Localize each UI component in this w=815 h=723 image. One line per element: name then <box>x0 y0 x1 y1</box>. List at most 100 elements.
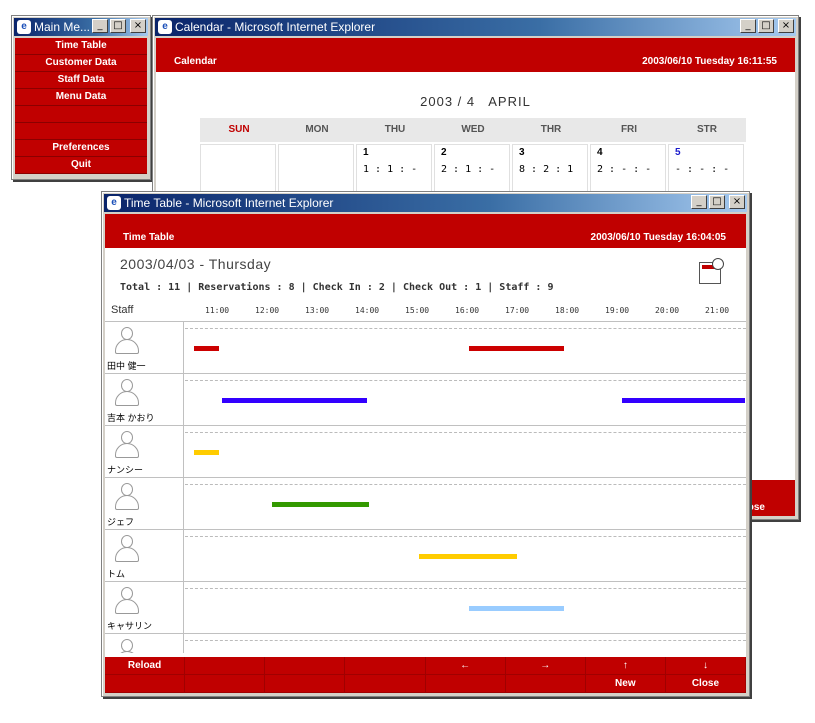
staff-column-label: Staff <box>111 304 134 316</box>
footer-empty <box>345 657 426 675</box>
reload-button[interactable]: Reload <box>105 657 186 675</box>
scroll-down-button[interactable]: ↓ <box>665 657 746 675</box>
footer-empty <box>105 675 186 693</box>
day-stats: 2 : 1 : - <box>441 164 496 175</box>
avatar <box>114 430 140 460</box>
avatar <box>114 638 140 653</box>
calendar-day-cell[interactable]: 1 1 : 1 : - <box>356 144 432 192</box>
staff-row: 田中 健一 <box>105 321 746 374</box>
weekday-tue: THU <box>384 124 406 135</box>
avatar-body-shape <box>115 443 139 458</box>
maximize-button[interactable]: □ <box>709 195 725 209</box>
day-stats: 1 : 1 : - <box>363 164 418 175</box>
menu-item-customer-data[interactable]: Customer Data <box>15 55 147 72</box>
menu-item-menu-data[interactable]: Menu Data <box>15 89 147 106</box>
calendar-titlebar[interactable]: e Calendar - Microsoft Internet Explorer… <box>155 18 796 36</box>
staff-cell[interactable]: 吉本 かおり <box>105 374 184 426</box>
timeline-gridline <box>185 328 746 329</box>
calendar-weekday-header: SUN MON THU WED THR FRI STR <box>200 118 746 142</box>
reservation-bar[interactable] <box>469 346 564 351</box>
avatar-head-shape <box>121 483 133 496</box>
timeline-gridline <box>185 484 746 485</box>
reservation-bar[interactable] <box>221 398 367 403</box>
close-timetable-button[interactable]: Close <box>665 675 746 693</box>
day-number: 2 <box>441 147 447 158</box>
avatar-body-shape <box>115 547 139 562</box>
staff-row <box>105 633 746 653</box>
scroll-up-button[interactable]: ↑ <box>585 657 666 675</box>
maximize-button[interactable]: □ <box>758 19 774 33</box>
close-button[interactable]: × <box>729 195 745 209</box>
reservation-bar[interactable] <box>469 606 564 611</box>
footer-empty <box>265 657 346 675</box>
menu-item-time-table[interactable]: Time Table <box>15 38 147 55</box>
calendar-day-cell[interactable]: 3 8 : 2 : 1 <box>512 144 588 192</box>
day-number: 1 <box>363 147 369 158</box>
weekday-sun: SUN <box>228 124 250 135</box>
avatar-head-shape <box>121 587 133 600</box>
staff-cell[interactable]: 田中 健一 <box>105 322 184 374</box>
menu-item-staff-data[interactable]: Staff Data <box>15 72 147 89</box>
close-button[interactable]: × <box>130 19 146 33</box>
avatar-head-shape <box>121 535 133 548</box>
staff-name: 吉本 かおり <box>107 413 155 423</box>
weekday-wed: WED <box>461 124 485 135</box>
calendar-grid: SUN MON THU WED THR FRI STR 1 1 : 1 : - 2… <box>200 118 746 192</box>
calendar-year: 2003 / 4 <box>420 94 476 109</box>
hour-tick-label: 12:00 <box>255 306 280 315</box>
calendar-clock-icon[interactable] <box>699 258 724 284</box>
staff-row: キャサリン <box>105 581 746 634</box>
staff-cell[interactable]: キャサリン <box>105 582 184 634</box>
hour-tick-label: 17:00 <box>505 306 530 315</box>
avatar <box>114 378 140 408</box>
avatar <box>114 326 140 356</box>
reservation-bar[interactable] <box>419 554 517 559</box>
hour-tick-label: 13:00 <box>305 306 330 315</box>
menu-item-preferences[interactable]: Preferences <box>15 140 147 157</box>
timetable-window: e Time Table - Microsoft Internet Explor… <box>101 191 750 697</box>
staff-cell[interactable] <box>105 634 184 653</box>
main-menu-title: Main Me... <box>34 20 91 34</box>
minimize-button[interactable]: _ <box>92 19 108 33</box>
ie-icon: e <box>17 20 31 34</box>
staff-cell[interactable]: ジェフ <box>105 478 184 530</box>
maximize-button[interactable]: □ <box>110 19 126 33</box>
calendar-day-cell[interactable]: 2 2 : 1 : - <box>434 144 510 192</box>
menu-item-empty <box>15 123 147 140</box>
calendar-day-cell[interactable]: 4 2 : - : - <box>590 144 666 192</box>
calendar-title: Calendar - Microsoft Internet Explorer <box>175 20 376 34</box>
reservation-bar[interactable] <box>621 398 745 403</box>
day-stats: 2 : - : - <box>597 164 652 175</box>
staff-cell[interactable]: トム <box>105 530 184 582</box>
weekday-thu: THR <box>540 124 562 135</box>
reservation-bar[interactable] <box>194 450 219 455</box>
new-button[interactable]: New <box>585 675 666 693</box>
minimize-button[interactable]: _ <box>691 195 707 209</box>
hour-tick-label: 11:00 <box>205 306 230 315</box>
hour-tick-label: 18:00 <box>555 306 580 315</box>
minimize-button[interactable]: _ <box>740 19 756 33</box>
calendar-day-cell[interactable] <box>200 144 276 192</box>
hour-tick-label: 14:00 <box>355 306 380 315</box>
staff-cell[interactable]: ナンシー <box>105 426 184 478</box>
close-button[interactable]: × <box>778 19 794 33</box>
main-menu-titlebar[interactable]: e Main Me... _ □ × <box>14 18 148 36</box>
weekday-fri: FRI <box>620 124 638 135</box>
menu-item-quit[interactable]: Quit <box>15 157 147 174</box>
calendar-day-cell[interactable] <box>278 144 354 192</box>
staff-name: 田中 健一 <box>107 361 146 371</box>
reservation-bar[interactable] <box>194 346 219 351</box>
staff-schedule: 田中 健一吉本 かおりナンシー ジェフ トム キャサリン <box>105 321 746 653</box>
timetable-titlebar[interactable]: e Time Table - Microsoft Internet Explor… <box>104 194 747 212</box>
prev-day-button[interactable]: ← <box>425 657 506 675</box>
next-day-button[interactable]: → <box>505 657 586 675</box>
timetable-footer: Reload ← → ↑ ↓ New Close <box>105 657 746 693</box>
staff-row: 吉本 かおり <box>105 373 746 426</box>
calendar-day-cell[interactable]: 5 - : - : - <box>668 144 744 192</box>
timetable-date: 2003/04/03 - Thursday <box>120 256 272 272</box>
avatar-body-shape <box>115 599 139 614</box>
hour-tick-label: 19:00 <box>605 306 630 315</box>
avatar-head-shape <box>121 431 133 444</box>
timetable-header-label: Time Table <box>123 232 175 243</box>
reservation-bar[interactable] <box>271 502 369 507</box>
